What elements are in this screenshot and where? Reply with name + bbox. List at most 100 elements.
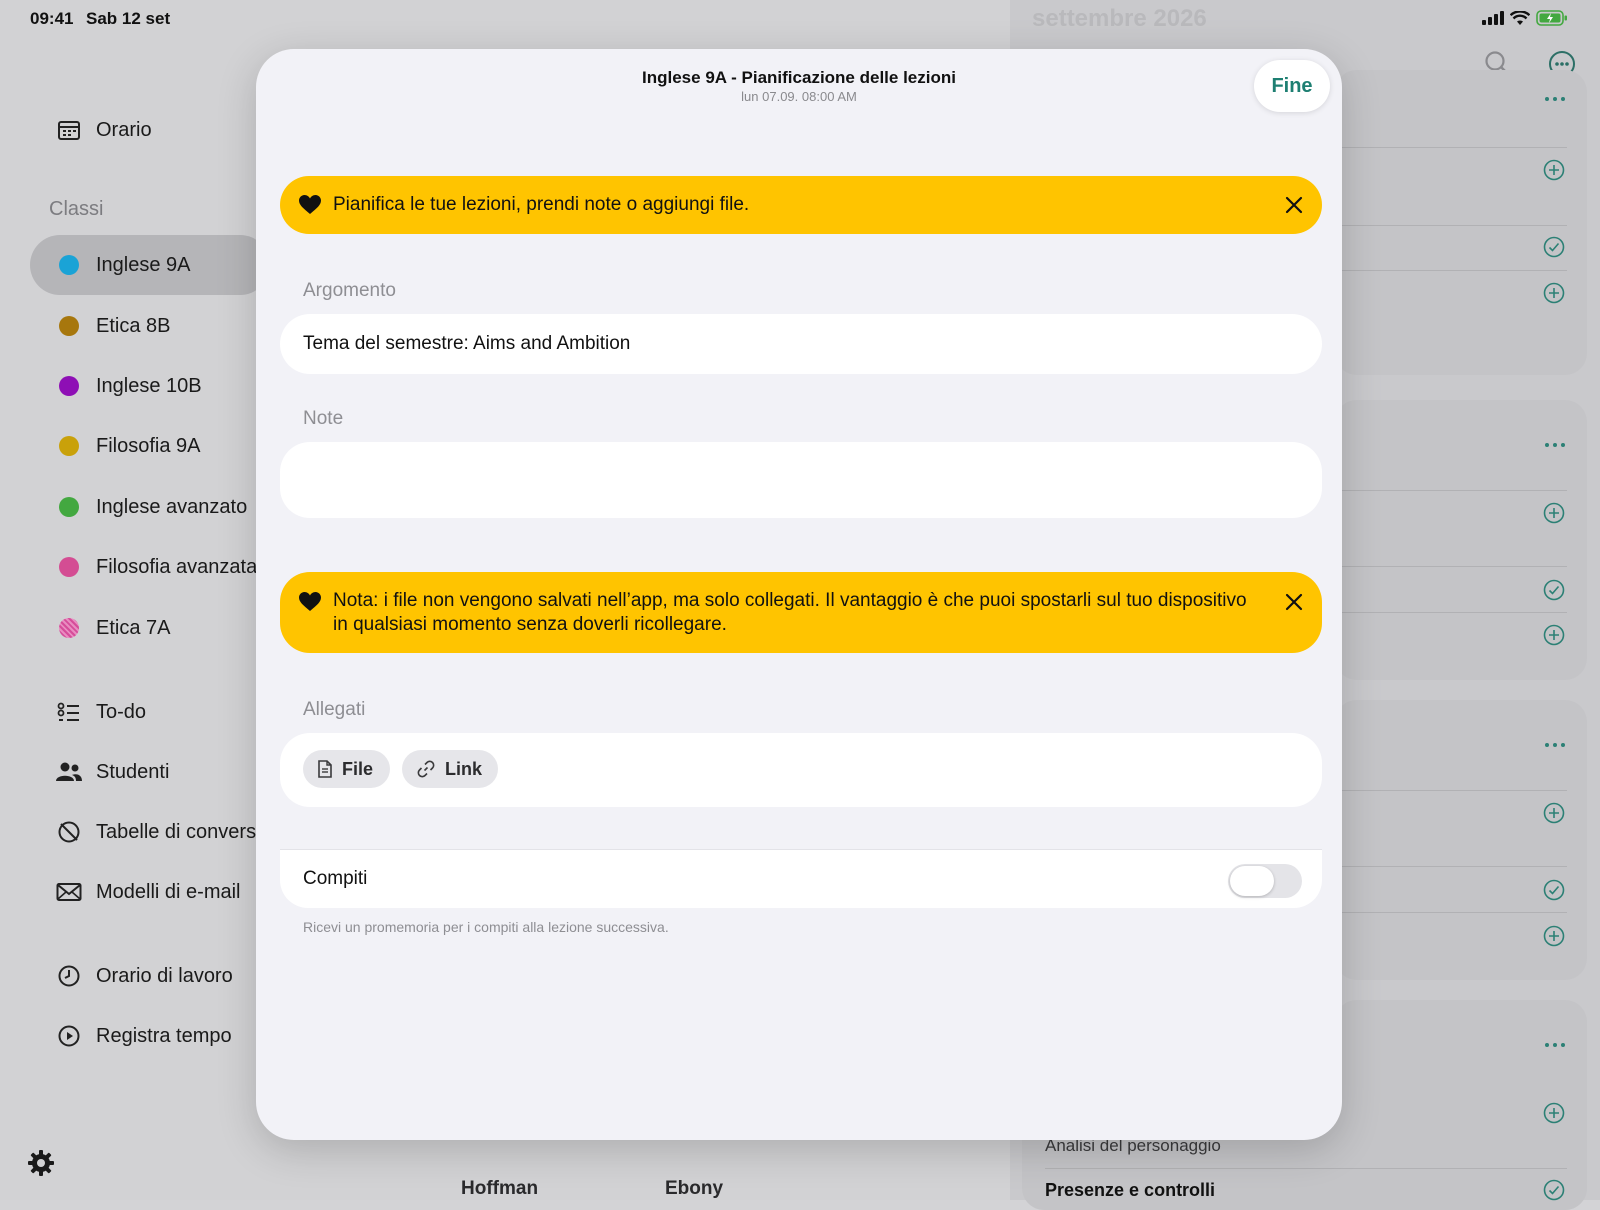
lesson-item-title: Presenze e controlli [1045, 1180, 1216, 1200]
info-banner: Nota: i file non vengono salvati nell’ap… [280, 572, 1322, 653]
signal-icon [1482, 11, 1504, 30]
sidebar-item-students[interactable]: Studenti [30, 742, 270, 802]
heart-icon [299, 592, 321, 617]
sidebar-item-label: Inglese avanzato [96, 495, 248, 518]
sidebar-item-orario[interactable]: Orario [30, 100, 270, 160]
sidebar-item-conversion-tables[interactable]: Tabelle di conversi [30, 802, 270, 862]
sidebar-item-class[interactable]: Filosofia avanzata [30, 537, 270, 597]
document-icon [318, 760, 332, 778]
sidebar-item-label: Orario [96, 118, 152, 141]
people-icon [52, 761, 86, 783]
gear-icon[interactable] [26, 1148, 56, 1183]
class-color-dot [59, 618, 79, 638]
checklist-icon [52, 701, 86, 723]
more-icon[interactable] [1544, 1036, 1566, 1054]
sidebar-item-class[interactable]: Inglese 9A [30, 235, 270, 295]
status-icons [1482, 9, 1568, 31]
play-icon [52, 1024, 86, 1048]
status-time: 09:41 [30, 9, 74, 28]
banner-text: Pianifica le tue lezioni, prendi note o … [333, 194, 750, 215]
student-name: Hoffman [461, 1178, 539, 1199]
close-icon[interactable] [1284, 195, 1304, 220]
plus-circle-icon[interactable] [1543, 925, 1565, 952]
homework-footnote: Ricevi un promemoria per i compiti alla … [303, 919, 669, 935]
notes-label: Note [303, 408, 344, 429]
sidebar-item-class[interactable]: Inglese avanzato [30, 477, 270, 537]
sidebar-item-label: Registra tempo [96, 1024, 232, 1047]
student-name: Ebony [665, 1178, 724, 1199]
add-link-button[interactable]: Link [402, 750, 498, 788]
clock-icon [52, 964, 86, 988]
plus-circle-icon[interactable] [1543, 1102, 1565, 1129]
notes-field[interactable] [280, 442, 1322, 518]
info-banner: Pianifica le tue lezioni, prendi note o … [280, 176, 1322, 234]
more-icon[interactable] [1544, 90, 1566, 108]
sidebar-item-class[interactable]: Etica 8B [30, 296, 270, 356]
homework-row: Compiti [280, 849, 1322, 908]
class-color-dot [59, 557, 79, 577]
month-title: settembre 2026 [1032, 5, 1207, 32]
plus-circle-icon[interactable] [1543, 502, 1565, 529]
plus-circle-icon[interactable] [1543, 624, 1565, 651]
class-color-dot [59, 316, 79, 336]
sidebar-item-label: Etica 8B [96, 314, 171, 337]
sidebar-item-class[interactable]: Etica 7A [30, 598, 270, 658]
attachments-label: Allegati [303, 699, 366, 720]
sidebar-item-work-schedule[interactable]: Orario di lavoro [30, 946, 270, 1006]
sidebar-item-label: Etica 7A [96, 616, 171, 639]
class-color-dot [59, 436, 79, 456]
done-button[interactable]: Fine [1254, 60, 1330, 112]
banner-text: Nota: i file non vengono salvati nell’ap… [333, 590, 1247, 635]
class-color-dot [59, 497, 79, 517]
close-icon[interactable] [1284, 592, 1304, 617]
sidebar-item-email-templates[interactable]: Modelli di e-mail [30, 862, 270, 922]
sidebar-item-label: Filosofia avanzata [96, 555, 258, 578]
sidebar-item-label: Studenti [96, 760, 170, 783]
sidebar-item-label: Tabelle di conversi [96, 820, 261, 843]
lesson-card [1335, 70, 1587, 375]
sidebar-item-label: Modelli di e-mail [96, 880, 241, 903]
sheet-subtitle: lun 07.09. 08:00 AM [741, 89, 857, 104]
status-date: Sab 12 set [86, 9, 171, 28]
sidebar-item-class[interactable]: Filosofia 9A [30, 416, 270, 476]
class-color-dot [59, 255, 79, 275]
homework-toggle[interactable] [1228, 864, 1302, 898]
sidebar-item-label: Inglese 9A [96, 253, 191, 276]
homework-label: Compiti [303, 868, 368, 889]
topic-label: Argomento [303, 280, 396, 301]
check-circle-icon[interactable] [1543, 236, 1565, 263]
lesson-planning-sheet: Inglese 9A - Pianificazione delle lezion… [256, 49, 1342, 1140]
topic-value: Tema del semestre: Aims and Ambition [303, 333, 631, 354]
add-file-label: File [342, 758, 374, 779]
no-scale-icon [52, 820, 86, 844]
more-icon[interactable] [1544, 736, 1566, 754]
sidebar-item-label: Orario di lavoro [96, 964, 233, 987]
sidebar-item-label: Filosofia 9A [96, 434, 201, 457]
topic-field[interactable]: Tema del semestre: Aims and Ambition [280, 314, 1322, 374]
wifi-icon [1509, 9, 1531, 31]
check-circle-icon[interactable] [1543, 1179, 1565, 1206]
heart-icon [299, 195, 321, 220]
plus-circle-icon[interactable] [1543, 282, 1565, 309]
plus-circle-icon[interactable] [1543, 802, 1565, 829]
sidebar-item-track-time[interactable]: Registra tempo [30, 1006, 270, 1066]
toggle-knob [1230, 866, 1274, 896]
sidebar-item-label: To-do [96, 700, 147, 723]
envelope-icon [52, 882, 86, 902]
check-circle-icon[interactable] [1543, 579, 1565, 606]
sidebar-item-class[interactable]: Inglese 10B [30, 356, 270, 416]
sidebar-item-label: Inglese 10B [96, 374, 202, 397]
more-icon[interactable] [1544, 436, 1566, 454]
plus-circle-icon[interactable] [1543, 159, 1565, 186]
battery-icon [1536, 10, 1568, 31]
attachments-field: File Link [280, 733, 1322, 807]
calendar-icon [52, 119, 86, 141]
add-file-button[interactable]: File [303, 750, 390, 788]
add-link-label: Link [445, 758, 483, 779]
link-icon [417, 760, 435, 778]
check-circle-icon[interactable] [1543, 879, 1565, 906]
classes-section-title: Classi [49, 198, 104, 220]
sidebar-item-todo[interactable]: To-do [30, 682, 270, 742]
sheet-title: Inglese 9A - Pianificazione delle lezion… [642, 68, 956, 87]
class-color-dot [59, 376, 79, 396]
